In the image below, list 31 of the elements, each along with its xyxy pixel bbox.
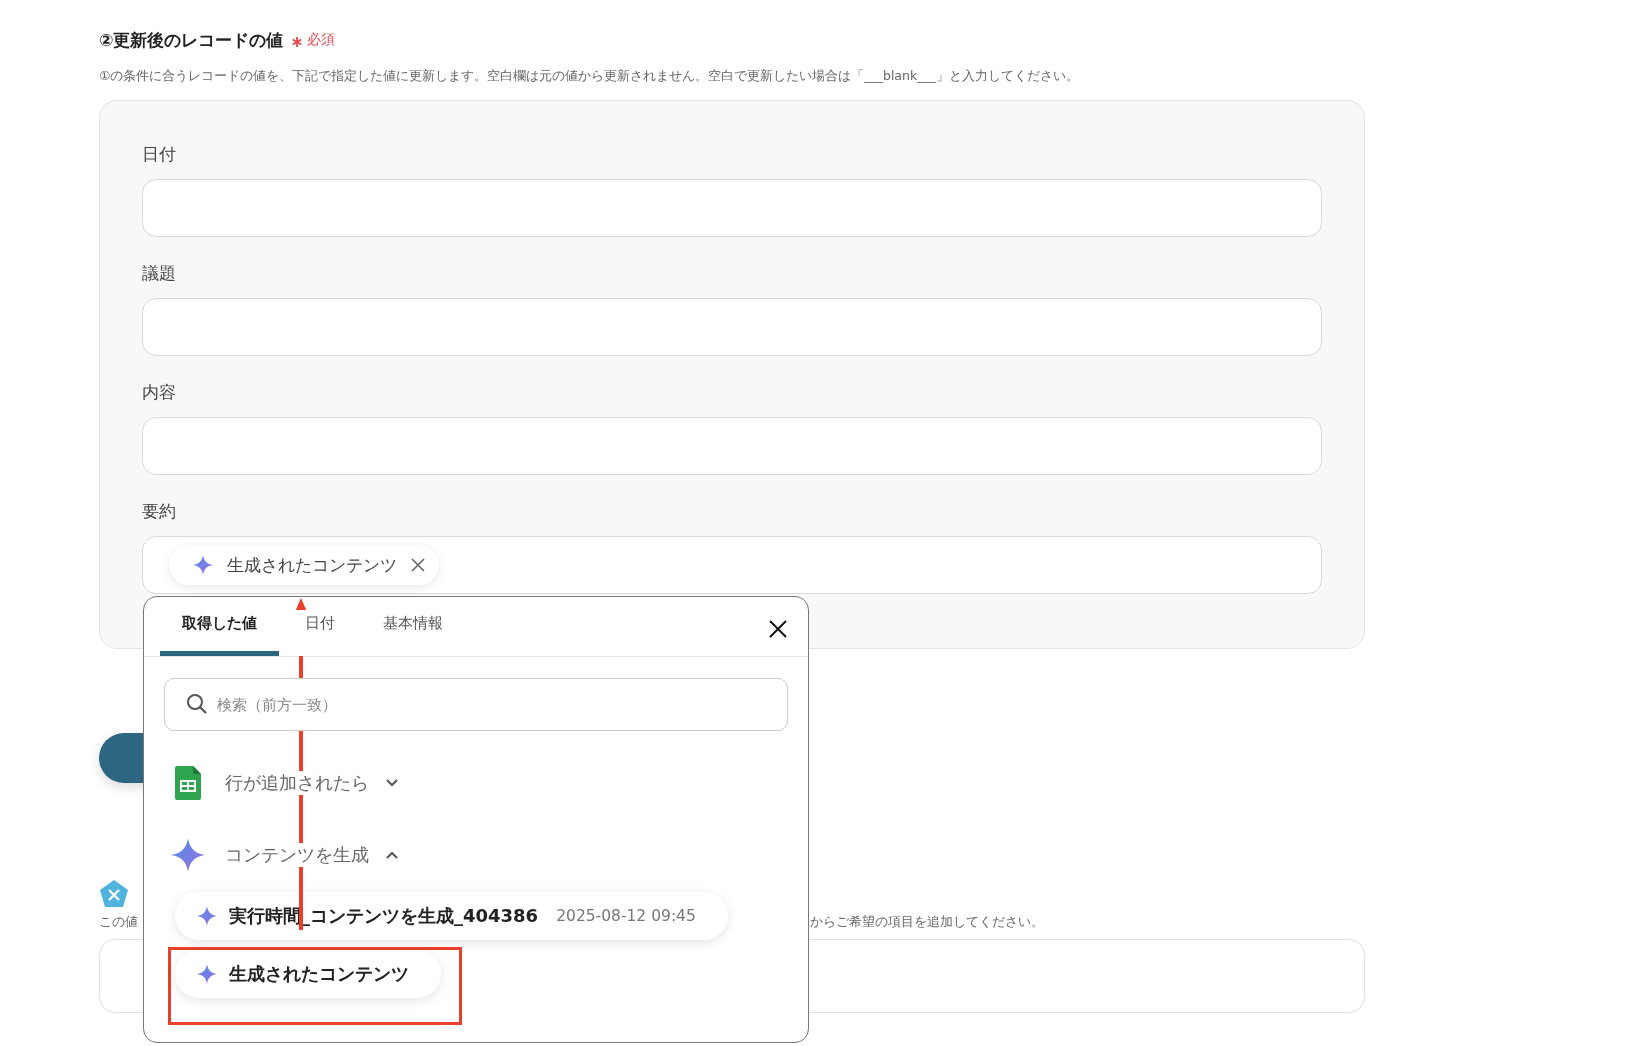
search-field[interactable]: 検索（前方一致）: [164, 678, 788, 731]
note-text: この値: [99, 913, 138, 931]
field-label: 議題: [142, 262, 177, 285]
sparkle-icon: [171, 838, 205, 872]
item-time: 2025-08-12 09:45: [556, 907, 696, 925]
value-item[interactable]: 生成されたコンテンツ: [175, 950, 441, 998]
section-title: ②更新後のレコードの値: [99, 28, 284, 52]
close-icon[interactable]: [768, 619, 788, 639]
item-label: 生成されたコンテンツ: [229, 962, 409, 986]
sparkle-icon: [193, 555, 213, 575]
field-label: 内容: [142, 381, 177, 404]
value-chip[interactable]: 生成されたコンテンツ: [169, 545, 439, 585]
sparkle-icon: [197, 964, 217, 984]
group-title[interactable]: 行が追加されたら: [225, 771, 369, 795]
chip-label: 生成されたコンテンツ: [227, 553, 397, 577]
asterisk-icon: [291, 36, 304, 48]
input-field[interactable]: [142, 298, 1322, 356]
note-text: からご希望の項目を追加してください。: [810, 913, 1044, 931]
section-description: ①の条件に合うレコードの値を、下記で指定した値に更新します。空白欄は元の値から更新されません。空白で更新したい場合は「___blank___」と入力してください。: [99, 68, 1080, 85]
pentagon-icon: [99, 879, 129, 909]
field-label: 日付: [142, 143, 177, 166]
sparkle-icon: [197, 906, 217, 926]
input-field[interactable]: [142, 179, 1322, 237]
input-field[interactable]: 生成されたコンテンツ: [142, 536, 1322, 594]
required-label: 必須: [307, 31, 336, 49]
chevron-icon[interactable]: [385, 850, 399, 860]
search-icon: [186, 693, 208, 715]
chevron-icon[interactable]: [385, 778, 399, 788]
group-title[interactable]: コンテンツを生成: [225, 843, 369, 867]
input-field[interactable]: [142, 417, 1322, 475]
field-label: 要約: [142, 500, 177, 523]
